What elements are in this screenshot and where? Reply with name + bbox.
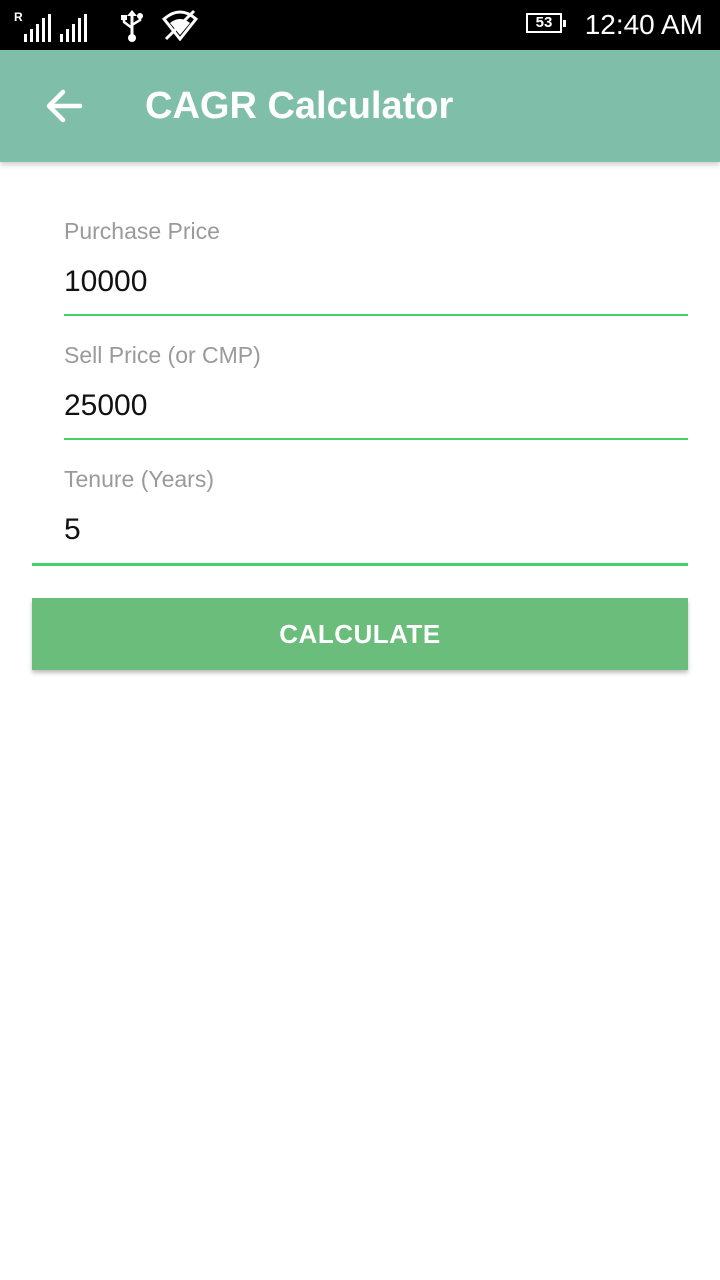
sell-price-input[interactable]: 25000 (64, 386, 688, 426)
network-letter: R (14, 10, 23, 24)
wifi-off-icon (162, 9, 198, 41)
sell-price-label: Sell Price (or CMP) (64, 342, 261, 368)
signal-icon: R (14, 10, 54, 42)
back-button[interactable] (36, 80, 92, 132)
usb-icon (121, 10, 143, 42)
sell-price-field[interactable]: Sell Price (or CMP) 25000 (64, 340, 688, 440)
tenure-label: Tenure (Years) (64, 466, 215, 492)
purchase-price-field[interactable]: Purchase Price 10000 (64, 216, 688, 316)
signal-group: R (14, 8, 96, 42)
page-title: CAGR Calculator (145, 85, 454, 127)
sell-price-underline (64, 438, 688, 440)
calculate-button[interactable]: CALCULATE (32, 598, 688, 670)
arrow-left-icon (46, 89, 83, 123)
status-bar: R 53 12:40 AM (0, 0, 720, 50)
purchase-price-underline (64, 314, 688, 316)
status-time: 12:40 AM (584, 9, 703, 40)
battery-icon: 53 (526, 13, 566, 33)
purchase-price-label: Purchase Price (64, 218, 220, 244)
purchase-price-input[interactable]: 10000 (64, 262, 688, 302)
signal-icon-2 (60, 14, 90, 42)
tenure-input[interactable]: 5 (32, 510, 688, 550)
tenure-underline (32, 563, 688, 566)
tenure-field[interactable]: Tenure (Years) 5 (32, 464, 688, 566)
app-bar: CAGR Calculator (0, 50, 720, 162)
